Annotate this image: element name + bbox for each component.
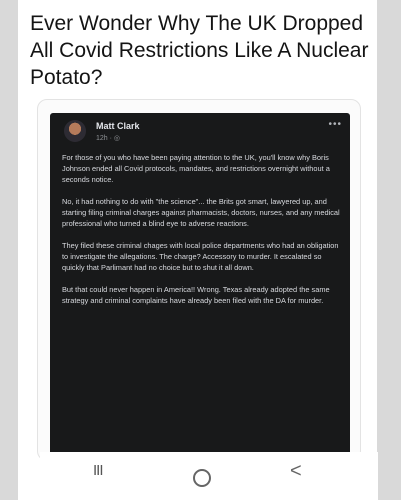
post-paragraph: They filed these criminal chages with lo… [62, 241, 339, 272]
recents-icon[interactable]: III [93, 462, 103, 479]
home-icon[interactable] [193, 469, 211, 487]
left-margin [0, 0, 18, 500]
back-icon[interactable]: < [290, 460, 302, 483]
post-paragraph: For those of you who have been paying at… [62, 153, 330, 184]
avatar [64, 120, 86, 142]
more-options-icon: ••• [328, 119, 342, 130]
post-paragraph: No, it had nothing to do with "the scien… [62, 197, 340, 228]
post-timestamp: 12h · ◎ [96, 135, 121, 142]
article-headline: Ever Wonder Why The UK Dropped All Covid… [30, 12, 369, 89]
right-margin [377, 0, 401, 500]
post-body: For those of you who have been paying at… [62, 152, 344, 317]
post-paragraph: But that could never happen in America!!… [62, 285, 330, 305]
facebook-post-screenshot: Matt Clark 12h · ◎ ••• For those of you … [50, 113, 350, 460]
post-author: Matt Clark [96, 121, 140, 131]
